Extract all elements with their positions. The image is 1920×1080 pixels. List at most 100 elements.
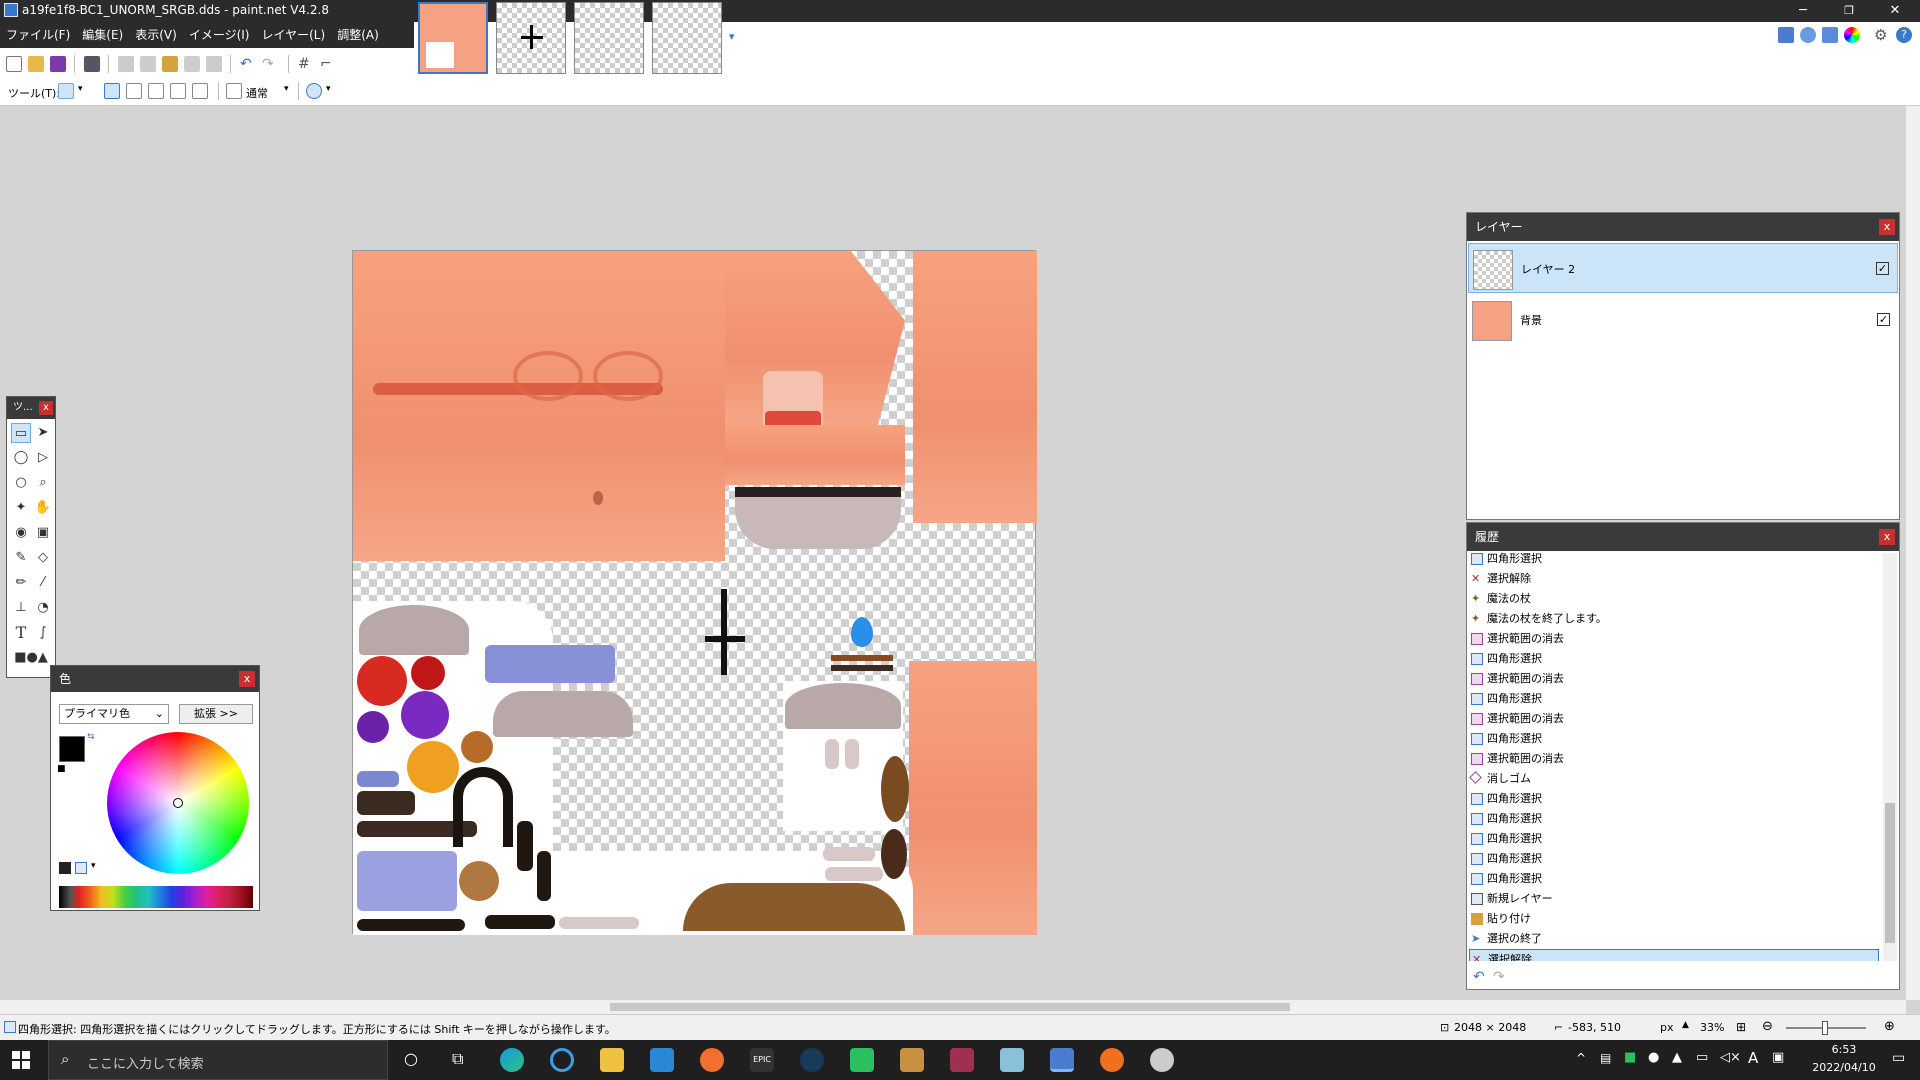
volume-muted-icon[interactable]: ◁×: [1720, 1050, 1741, 1065]
cortana-icon[interactable]: ○: [404, 1049, 418, 1068]
app-icon[interactable]: [900, 1048, 924, 1072]
steam-icon[interactable]: [800, 1048, 824, 1072]
app-icon[interactable]: [1000, 1048, 1024, 1072]
history-window-toggle-icon[interactable]: [1800, 27, 1816, 43]
file-explorer-icon[interactable]: [600, 1048, 624, 1072]
history-item[interactable]: ✕ 選択解除: [1469, 569, 1879, 589]
image-thumbnail-active[interactable]: [418, 2, 488, 74]
clock-time[interactable]: 6:53: [1804, 1043, 1884, 1056]
gradient-tool-icon[interactable]: ▣: [33, 523, 53, 543]
color-palette[interactable]: [59, 886, 253, 908]
current-tool-rect-select-icon[interactable]: [58, 83, 74, 99]
history-item[interactable]: 四角形選択: [1469, 829, 1879, 849]
windows-start-icon[interactable]: [12, 1051, 30, 1069]
pencil-tool-icon[interactable]: ✏: [11, 573, 31, 593]
selection-mode-invert-icon[interactable]: [192, 83, 208, 99]
tools-window-close-button[interactable]: x: [39, 401, 53, 415]
mail-icon[interactable]: [650, 1048, 674, 1072]
reset-colors-icon[interactable]: ■: [57, 764, 66, 774]
network-icon[interactable]: ▭: [1696, 1050, 1708, 1065]
history-item[interactable]: ➤ 選択の終了: [1469, 929, 1879, 949]
zoom-in-icon[interactable]: ⊕: [1884, 1019, 1895, 1034]
history-item[interactable]: 貼り付け: [1469, 909, 1879, 929]
text-tool-icon[interactable]: T: [11, 623, 31, 643]
selection-mode-union-icon[interactable]: [126, 83, 142, 99]
history-scrollbar-thumb[interactable]: [1885, 803, 1895, 943]
history-item[interactable]: 選択範囲の消去: [1469, 629, 1879, 649]
history-item[interactable]: 四角形選択: [1469, 849, 1879, 869]
history-item[interactable]: 四角形選択: [1469, 869, 1879, 889]
colors-window-close-button[interactable]: x: [239, 671, 255, 687]
color-wheel-cursor[interactable]: [173, 798, 183, 808]
tray-app-icon[interactable]: ●: [1648, 1050, 1659, 1065]
history-item[interactable]: 四角形選択: [1469, 649, 1879, 669]
eraser-tool-icon[interactable]: ◇: [33, 548, 53, 568]
history-item[interactable]: 新規レイヤー: [1469, 889, 1879, 909]
line-curve-tool-icon[interactable]: ∫: [33, 623, 53, 643]
history-item-selected[interactable]: ✕ 選択解除: [1469, 949, 1879, 961]
history-item[interactable]: 選択範囲の消去: [1469, 709, 1879, 729]
app-icon[interactable]: [1150, 1048, 1174, 1072]
palette-options-icon[interactable]: [75, 862, 87, 874]
chevron-up-icon[interactable]: ▲: [1682, 1020, 1689, 1030]
menu-view[interactable]: 表示(V): [129, 22, 183, 48]
chevron-down-icon[interactable]: ▾: [284, 84, 289, 94]
swap-colors-icon[interactable]: ⇆: [87, 732, 95, 742]
expand-colors-button[interactable]: 拡張 >>: [179, 704, 253, 724]
save-file-icon[interactable]: [50, 56, 66, 72]
app-icon[interactable]: [550, 1048, 574, 1072]
history-redo-icon[interactable]: ↷: [1493, 969, 1505, 985]
paste-icon[interactable]: [162, 56, 178, 72]
cut-icon[interactable]: [118, 56, 134, 72]
shapes-tool-icon[interactable]: ■●▲: [11, 648, 51, 668]
grid-icon[interactable]: #: [298, 56, 314, 72]
selection-mode-replace-icon[interactable]: [104, 83, 120, 99]
selection-mode-exclude-icon[interactable]: [148, 83, 164, 99]
color-picker-tool-icon[interactable]: ⁄: [33, 573, 53, 593]
canvas-vertical-scrollbar[interactable]: [1906, 106, 1920, 1000]
canvas-horizontal-scrollbar-thumb[interactable]: [610, 1003, 1290, 1011]
edge-browser-icon[interactable]: [500, 1048, 524, 1072]
input-indicator-icon[interactable]: ▣: [1772, 1050, 1784, 1065]
epic-games-icon[interactable]: EPIC: [750, 1048, 774, 1072]
blender-icon[interactable]: [1100, 1048, 1124, 1072]
copy-icon[interactable]: [140, 56, 156, 72]
canvas-horizontal-scrollbar[interactable]: [0, 1000, 1906, 1014]
layers-window-toggle-icon[interactable]: [1822, 27, 1838, 43]
menu-file[interactable]: ファイル(F): [0, 22, 76, 48]
image-canvas[interactable]: [352, 250, 1037, 935]
tray-app-icon[interactable]: ■: [1624, 1050, 1636, 1065]
image-thumbnail[interactable]: [652, 2, 722, 74]
zoom-out-icon[interactable]: ⊖: [1762, 1019, 1773, 1034]
clock-date[interactable]: 2022/04/10: [1804, 1061, 1884, 1074]
paintnet-taskbar-icon[interactable]: [1050, 1048, 1074, 1072]
menu-edit[interactable]: 編集(E): [76, 22, 129, 48]
magic-wand-tool-icon[interactable]: ✦: [11, 498, 31, 518]
chevron-down-icon[interactable]: ▾: [326, 84, 331, 94]
zoom-slider-thumb[interactable]: [1822, 1021, 1828, 1035]
paint-bucket-tool-icon[interactable]: ◉: [11, 523, 31, 543]
paintbrush-tool-icon[interactable]: ✎: [11, 548, 31, 568]
antialias-icon[interactable]: [306, 83, 322, 99]
history-undo-icon[interactable]: ↶: [1473, 969, 1485, 985]
deselect-icon[interactable]: [206, 56, 222, 72]
move-selection-tool-icon[interactable]: ▷: [33, 448, 53, 468]
chevron-down-icon[interactable]: ▾: [91, 861, 96, 871]
zoom-to-window-icon[interactable]: ⊞: [1736, 1020, 1746, 1034]
recolor-tool-icon[interactable]: ◔: [33, 598, 53, 618]
maximize-button[interactable]: ❐: [1826, 0, 1872, 22]
chevron-down-icon[interactable]: ▾: [78, 84, 83, 94]
close-button[interactable]: ✕: [1872, 0, 1918, 22]
image-thumbnail[interactable]: [496, 2, 566, 74]
ellipse-select-tool-icon[interactable]: ○: [11, 473, 31, 493]
history-item[interactable]: 選択範囲の消去: [1469, 749, 1879, 769]
task-view-icon[interactable]: ⧉: [452, 1049, 463, 1069]
zoom-level-text[interactable]: 33%: [1700, 1021, 1724, 1034]
settings-gear-icon[interactable]: ⚙: [1874, 27, 1890, 43]
taskbar-search-box[interactable]: ⌕ ここに入力して検索: [48, 1040, 388, 1080]
app-icon[interactable]: [950, 1048, 974, 1072]
move-selected-tool-icon[interactable]: ➤: [33, 423, 53, 443]
selection-mode-intersect-icon[interactable]: [170, 83, 186, 99]
history-item[interactable]: 四角形選択: [1469, 789, 1879, 809]
menu-layers[interactable]: レイヤー(L): [255, 22, 331, 48]
